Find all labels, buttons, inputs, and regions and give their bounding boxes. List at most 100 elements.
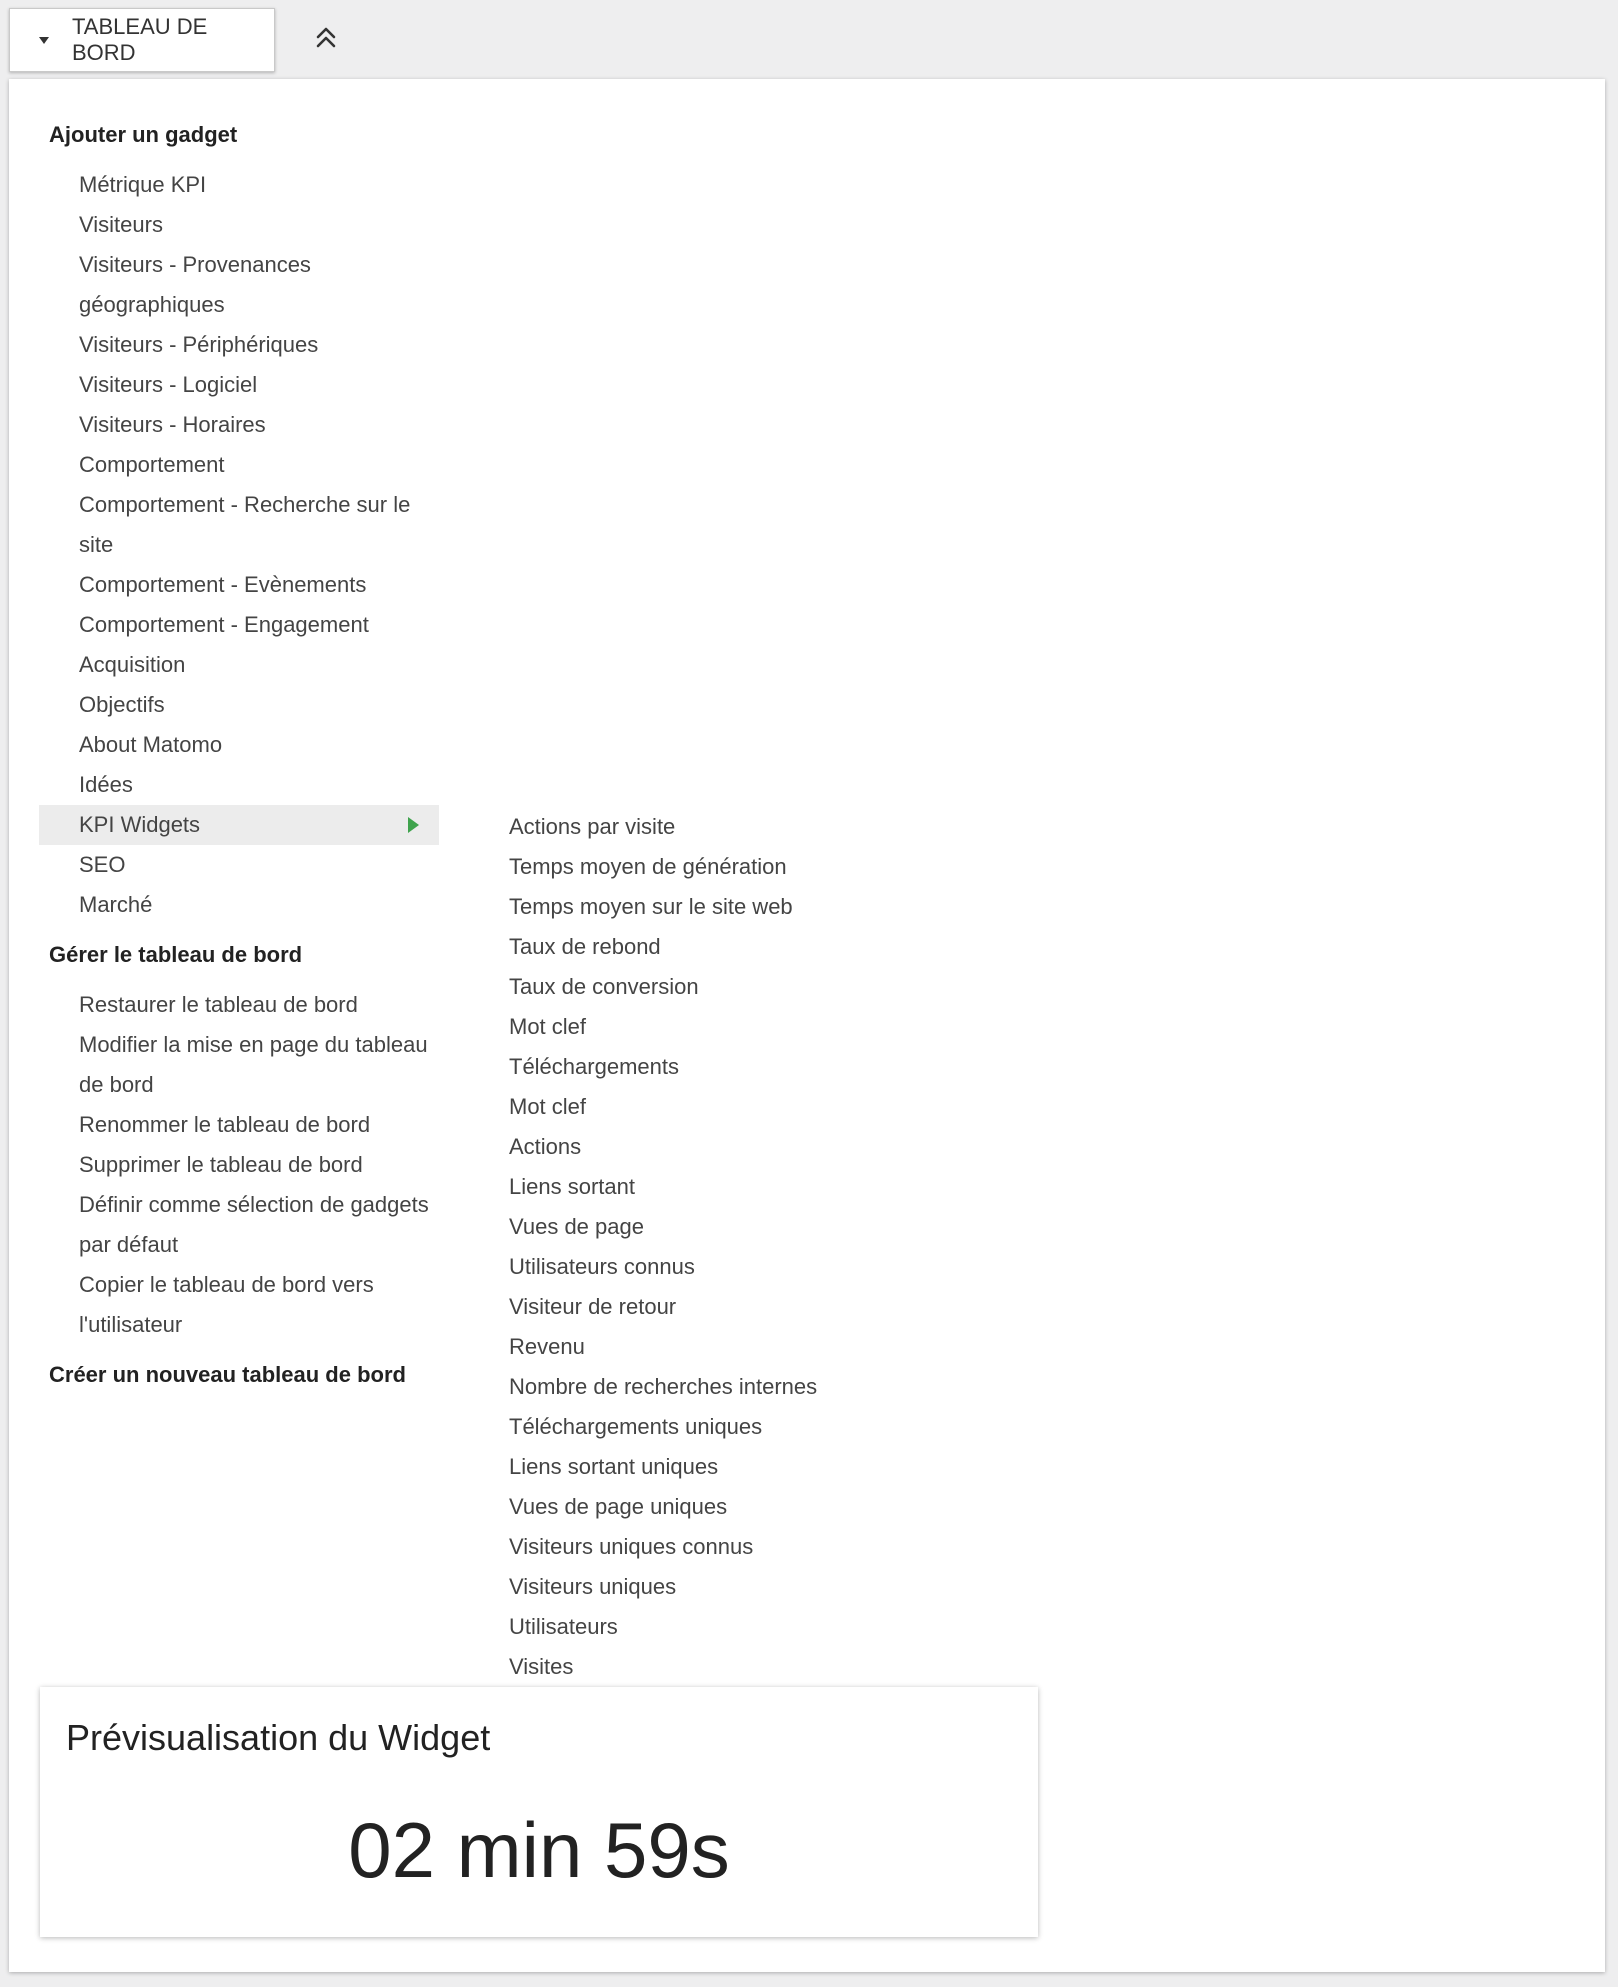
- manage-dashboard-item-label: Supprimer le tableau de bord: [79, 1152, 363, 1177]
- gadget-category-item-label: About Matomo: [79, 732, 223, 757]
- kpi-widget-item-label: Taux de rebond: [509, 934, 661, 959]
- gadget-category-item[interactable]: Visiteurs - Horaires: [49, 405, 469, 445]
- gadget-category-item-label: Métrique KPI: [79, 172, 207, 197]
- gadget-category-item[interactable]: Comportement - Evènements: [49, 565, 469, 605]
- add-gadget-heading: Ajouter un gadget: [49, 122, 238, 147]
- widget-preview-value: 02 min 59s: [348, 1806, 730, 1894]
- kpi-widget-item[interactable]: Téléchargements uniques: [499, 1407, 817, 1447]
- create-dashboard-link[interactable]: Créer un nouveau tableau de bord: [49, 1359, 469, 1391]
- caret-down-icon: [39, 36, 49, 44]
- dashboard-menu: Ajouter un gadget Métrique KPI Visiteurs V…: [39, 119, 469, 1391]
- kpi-widget-item-label: Utilisateurs connus: [509, 1254, 695, 1279]
- kpi-widget-item-label: Visiteur de retour: [509, 1294, 677, 1319]
- kpi-widget-item-label: Vues de page: [509, 1214, 644, 1239]
- gadget-category-item[interactable]: Comportement: [49, 445, 469, 485]
- gadget-category-item-label: Objectifs: [79, 692, 165, 717]
- gadget-category-item[interactable]: Métrique KPI: [49, 165, 469, 205]
- manage-dashboard-item[interactable]: Restaurer le tableau de bord: [49, 985, 469, 1025]
- kpi-widget-item-label: Taux de conversion: [509, 974, 699, 999]
- gadget-category-item[interactable]: Comportement - Engagement: [49, 605, 469, 645]
- gadget-category-item-label: SEO: [79, 852, 126, 877]
- dashboard-menu-button[interactable]: TABLEAU DE BORD: [9, 8, 275, 72]
- manage-dashboard-item[interactable]: Supprimer le tableau de bord: [49, 1145, 469, 1185]
- kpi-widget-item-label: Liens sortant uniques: [509, 1454, 719, 1479]
- kpi-widget-item[interactable]: Actions par visite: [499, 807, 817, 847]
- kpi-widget-item[interactable]: Mot clef: [499, 1007, 817, 1047]
- gadget-category-item[interactable]: Visiteurs: [49, 205, 469, 245]
- gadget-category-item[interactable]: Comportement - Recherche sur le site: [49, 485, 469, 565]
- kpi-widget-item-label: Visiteurs uniques: [509, 1574, 677, 1599]
- kpi-widget-item[interactable]: Utilisateurs: [499, 1607, 817, 1647]
- caret-right-icon: [408, 817, 419, 833]
- kpi-widget-item[interactable]: Vues de page uniques: [499, 1487, 817, 1527]
- gadget-category-item[interactable]: Idées: [49, 765, 469, 805]
- dashboard-toolbar: TABLEAU DE BORD: [0, 0, 1618, 76]
- gadget-category-item[interactable]: Visiteurs - Provenances géographiques: [49, 245, 469, 325]
- gadget-category-item-label: KPI Widgets: [79, 812, 201, 837]
- kpi-widget-item-label: Téléchargements uniques: [509, 1414, 763, 1439]
- dashboard-dropdown-panel: Ajouter un gadget Métrique KPI Visiteurs V…: [9, 79, 1605, 1972]
- gadget-category-item-label: Visiteurs - Logiciel: [79, 372, 258, 397]
- chevron-double-up-icon[interactable]: [310, 22, 342, 54]
- kpi-widget-item-label: Téléchargements: [509, 1054, 679, 1079]
- gadget-category-item-label: Visiteurs - Provenances géographiques: [79, 252, 311, 317]
- kpi-widget-item[interactable]: Taux de rebond: [499, 927, 817, 967]
- manage-dashboard-item[interactable]: Renommer le tableau de bord: [49, 1105, 469, 1145]
- kpi-widget-item-label: Revenu: [509, 1334, 585, 1359]
- gadget-category-item-label: Comportement - Evènements: [79, 572, 367, 597]
- kpi-widget-item[interactable]: Visites: [499, 1647, 817, 1687]
- manage-dashboard-item[interactable]: Définir comme sélection de gadgets par d…: [49, 1185, 469, 1265]
- manage-dashboard-list: Restaurer le tableau de bord Modifier la …: [49, 985, 469, 1345]
- kpi-widget-item[interactable]: Temps moyen de génération: [499, 847, 817, 887]
- kpi-widget-item-label: Liens sortant: [509, 1174, 635, 1199]
- gadget-category-item-label: Visiteurs - Périphériques: [79, 332, 319, 357]
- kpi-widget-item[interactable]: Liens sortant: [499, 1167, 817, 1207]
- gadget-category-item-label: Comportement - Recherche sur le site: [79, 492, 411, 557]
- gadget-category-item[interactable]: Acquisition: [49, 645, 469, 685]
- gadget-category-item-label: Comportement: [79, 452, 225, 477]
- kpi-widget-item-label: Visiteurs uniques connus: [509, 1534, 754, 1559]
- kpi-widget-item[interactable]: Temps moyen sur le site web: [499, 887, 817, 927]
- kpi-widget-item-label: Actions: [509, 1134, 582, 1159]
- add-gadget-list: Métrique KPI Visiteurs Visiteurs - Provena…: [39, 165, 469, 925]
- gadget-category-item[interactable]: Visiteurs - Logiciel: [49, 365, 469, 405]
- kpi-widget-item-label: Mot clef: [509, 1014, 587, 1039]
- manage-dashboard-item[interactable]: Copier le tableau de bord vers l'utilisa…: [49, 1265, 469, 1345]
- gadget-category-item[interactable]: SEO: [49, 845, 469, 885]
- gadget-category-item-label: Marché: [79, 892, 153, 917]
- gadget-category-item[interactable]: KPI Widgets: [39, 805, 439, 845]
- dashboard-menu-label: TABLEAU DE BORD: [72, 14, 208, 65]
- manage-dashboard-item-label: Modifier la mise en page du tableau de b…: [79, 1032, 428, 1097]
- kpi-widget-item[interactable]: Visiteur de retour: [499, 1287, 817, 1327]
- kpi-widget-item[interactable]: Téléchargements: [499, 1047, 817, 1087]
- gadget-category-item-label: Visiteurs - Horaires: [79, 412, 266, 437]
- manage-dashboard-item-label: Copier le tableau de bord vers l'utilisa…: [79, 1272, 374, 1337]
- kpi-widget-item[interactable]: Visiteurs uniques: [499, 1567, 817, 1607]
- widget-preview-title: Prévisualisation du Widget: [66, 1717, 491, 1758]
- kpi-widget-item-label: Actions par visite: [509, 814, 676, 839]
- kpi-widget-item-label: Utilisateurs: [509, 1614, 618, 1639]
- gadget-category-item[interactable]: Marché: [49, 885, 469, 925]
- kpi-widget-item[interactable]: Vues de page: [499, 1207, 817, 1247]
- gadget-category-item-label: Idées: [79, 772, 133, 797]
- kpi-widget-item[interactable]: Visiteurs uniques connus: [499, 1527, 817, 1567]
- kpi-widget-item[interactable]: Utilisateurs connus: [499, 1247, 817, 1287]
- kpi-widget-item[interactable]: Taux de conversion: [499, 967, 817, 1007]
- gadget-category-item-label: Visiteurs: [79, 212, 163, 237]
- kpi-widget-item[interactable]: Liens sortant uniques: [499, 1447, 817, 1487]
- manage-dashboard-heading: Gérer le tableau de bord: [49, 942, 303, 967]
- kpi-widget-item-label: Mot clef: [509, 1094, 587, 1119]
- kpi-widget-item-label: Vues de page uniques: [509, 1494, 728, 1519]
- kpi-widget-item[interactable]: Mot clef: [499, 1087, 817, 1127]
- gadget-category-item[interactable]: Objectifs: [49, 685, 469, 725]
- manage-dashboard-item-label: Définir comme sélection de gadgets par d…: [79, 1192, 429, 1257]
- kpi-widget-item[interactable]: Revenu: [499, 1327, 817, 1367]
- gadget-category-item[interactable]: About Matomo: [49, 725, 469, 765]
- gadget-category-item-label: Comportement - Engagement: [79, 612, 369, 637]
- manage-dashboard-item[interactable]: Modifier la mise en page du tableau de b…: [49, 1025, 469, 1105]
- kpi-widget-item-label: Temps moyen de génération: [509, 854, 787, 879]
- kpi-widget-item[interactable]: Actions: [499, 1127, 817, 1167]
- kpi-widget-item-label: Nombre de recherches internes: [509, 1374, 818, 1399]
- gadget-category-item[interactable]: Visiteurs - Périphériques: [49, 325, 469, 365]
- kpi-widget-item[interactable]: Nombre de recherches internes: [499, 1367, 817, 1407]
